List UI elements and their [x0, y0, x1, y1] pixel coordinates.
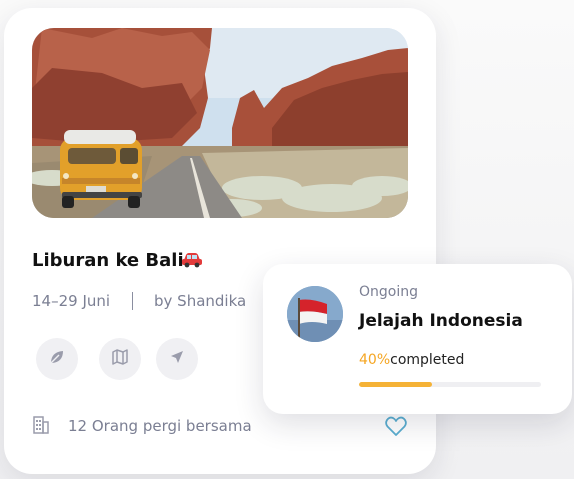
trip-dates: 14–29 Juni — [32, 292, 111, 310]
leaf-button[interactable] — [36, 338, 78, 380]
progress-text: 40%completed — [359, 352, 464, 368]
indonesia-flag-icon — [287, 286, 343, 342]
car-icon — [181, 252, 203, 268]
send-icon — [168, 348, 186, 370]
trip-organizer: by Shandika — [154, 292, 247, 310]
trip-photo — [32, 28, 408, 218]
meta-divider — [132, 292, 133, 310]
trip-title: Liburan ke Bali — [32, 250, 184, 271]
map-button[interactable] — [99, 338, 141, 380]
heart-icon — [384, 416, 408, 442]
progress-percent: 40% — [359, 352, 391, 368]
map-icon — [111, 348, 129, 370]
progress-suffix: completed — [390, 352, 465, 368]
status-label: Ongoing — [359, 284, 418, 300]
people-count: 12 Orang pergi bersama — [68, 417, 252, 435]
status-title: Jelajah Indonesia — [359, 311, 523, 331]
progress-bar — [359, 382, 541, 387]
trip-status-card[interactable]: Ongoing Jelajah Indonesia 40%completed — [263, 264, 572, 414]
send-button[interactable] — [156, 338, 198, 380]
leaf-icon — [48, 348, 66, 370]
progress-fill — [359, 382, 432, 387]
building-icon — [32, 414, 50, 434]
favorite-button[interactable] — [384, 414, 408, 438]
